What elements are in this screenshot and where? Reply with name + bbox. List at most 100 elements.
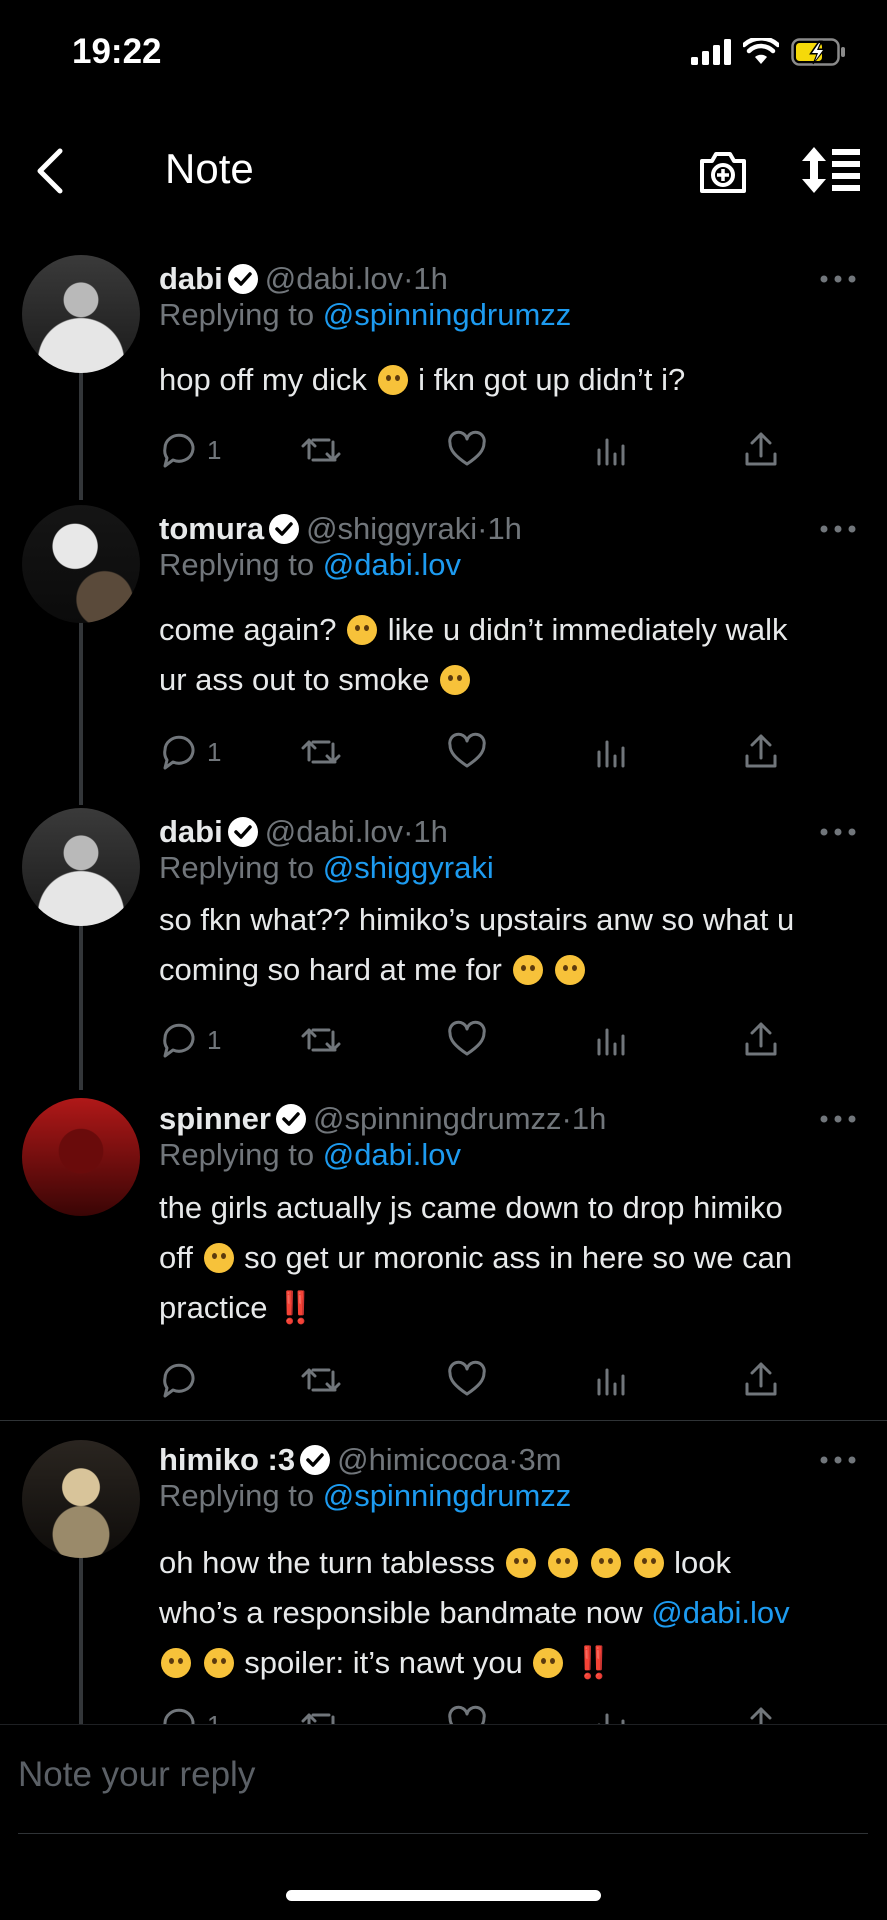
author-handle[interactable]: @dabi.lov xyxy=(265,261,403,297)
avatar[interactable] xyxy=(22,1440,140,1558)
home-indicator[interactable] xyxy=(286,1890,601,1901)
timestamp: 1h xyxy=(413,814,448,849)
share-icon[interactable] xyxy=(741,732,781,772)
like-icon[interactable] xyxy=(447,732,487,772)
share-icon[interactable] xyxy=(741,1360,781,1400)
status-icons xyxy=(691,38,847,66)
share-button[interactable] xyxy=(741,430,781,470)
replying-to-link[interactable]: @spinningdrumzz xyxy=(323,297,572,332)
blush-emoji xyxy=(633,1548,664,1578)
views-button[interactable] xyxy=(593,1020,633,1060)
author-name[interactable]: himiko :3 xyxy=(159,1442,295,1478)
reply-icon[interactable] xyxy=(159,430,199,470)
replying-label: Replying to xyxy=(159,547,323,582)
retweet-button[interactable] xyxy=(301,1020,341,1060)
replying-to-link[interactable]: @dabi.lov xyxy=(323,547,461,582)
composer-divider xyxy=(18,1833,868,1834)
camera-plus-icon[interactable] xyxy=(696,145,750,199)
author-handle[interactable]: @himicocoa xyxy=(337,1442,508,1478)
tweet-text-line: spoiler: it’s nawt you ‼️ xyxy=(159,1638,869,1688)
meta-separator: · xyxy=(561,1101,572,1136)
meta-separator: · xyxy=(508,1442,519,1477)
hand-over-mouth-emoji xyxy=(505,1548,536,1578)
share-button[interactable] xyxy=(741,1360,781,1400)
tweet-divider xyxy=(0,1420,887,1421)
sort-icon[interactable] xyxy=(800,145,862,195)
verified-icon xyxy=(227,264,258,294)
author-handle[interactable]: @dabi.lov xyxy=(265,814,403,850)
replying-to: Replying to @spinningdrumzz xyxy=(159,297,571,333)
views-icon[interactable] xyxy=(593,1020,633,1060)
like-button[interactable] xyxy=(447,430,487,470)
author-name[interactable]: spinner xyxy=(159,1101,271,1137)
avatar[interactable] xyxy=(22,255,140,373)
more-icon[interactable] xyxy=(818,271,858,287)
replying-to-link[interactable]: @shiggyraki xyxy=(323,850,494,885)
replying-to-link[interactable]: @spinningdrumzz xyxy=(323,1478,572,1513)
mention-link[interactable]: @dabi.lov xyxy=(651,1595,789,1630)
replying-label: Replying to xyxy=(159,1137,323,1172)
timestamp: 1h xyxy=(487,511,522,546)
reply-icon[interactable] xyxy=(159,1020,199,1060)
views-icon[interactable] xyxy=(593,1360,633,1400)
yawning-emoji xyxy=(555,955,586,985)
like-icon[interactable] xyxy=(447,1360,487,1400)
author-handle[interactable]: @shiggyraki xyxy=(306,511,477,547)
signal-icon xyxy=(691,39,731,65)
share-button[interactable] xyxy=(741,1020,781,1060)
like-button[interactable] xyxy=(447,1360,487,1400)
reply-count: 1 xyxy=(207,1024,222,1055)
reply-button[interactable]: 1 xyxy=(159,1020,221,1060)
grinning-emoji xyxy=(203,1243,234,1273)
views-icon[interactable] xyxy=(593,732,633,772)
avatar[interactable] xyxy=(22,505,140,623)
thread-line xyxy=(79,622,83,805)
like-icon[interactable] xyxy=(447,430,487,470)
views-icon[interactable] xyxy=(593,430,633,470)
yawning-emoji xyxy=(512,955,543,985)
author-handle[interactable]: @spinningdrumzz xyxy=(313,1101,562,1137)
verified-icon xyxy=(269,514,300,544)
more-icon[interactable] xyxy=(818,824,858,840)
reply-icon[interactable] xyxy=(159,1360,199,1400)
author-name[interactable]: tomura xyxy=(159,511,264,547)
reply-input[interactable]: Note your reply xyxy=(18,1755,255,1795)
meta-separator: · xyxy=(403,814,414,849)
reply-button[interactable] xyxy=(159,1360,199,1400)
tweet-header: spinner @spinningdrumzz · 1h xyxy=(159,1101,606,1137)
retweet-icon[interactable] xyxy=(301,430,341,470)
tweet-text-line: hop off my dick i fkn got up didn’t i? xyxy=(159,362,686,397)
avatar[interactable] xyxy=(22,808,140,926)
author-name[interactable]: dabi xyxy=(159,261,223,297)
timestamp: 3m xyxy=(518,1442,562,1477)
avatar[interactable] xyxy=(22,1098,140,1216)
retweet-button[interactable] xyxy=(301,732,341,772)
like-icon[interactable] xyxy=(447,1020,487,1060)
like-button[interactable] xyxy=(447,1020,487,1060)
more-icon[interactable] xyxy=(818,1111,858,1127)
views-button[interactable] xyxy=(593,732,633,772)
like-button[interactable] xyxy=(447,732,487,772)
retweet-button[interactable] xyxy=(301,1360,341,1400)
yawning-emoji xyxy=(203,1648,234,1678)
replying-to-link[interactable]: @dabi.lov xyxy=(323,1137,461,1172)
share-icon[interactable] xyxy=(741,430,781,470)
reply-icon[interactable] xyxy=(159,732,199,772)
reply-button[interactable]: 1 xyxy=(159,430,221,470)
retweet-icon[interactable] xyxy=(301,732,341,772)
share-icon[interactable] xyxy=(741,1020,781,1060)
tweet-text-line: coming so hard at me for xyxy=(159,945,869,995)
retweet-button[interactable] xyxy=(301,430,341,470)
tweet-header: himiko :3 @himicocoa · 3m xyxy=(159,1442,562,1478)
author-name[interactable]: dabi xyxy=(159,814,223,850)
views-button[interactable] xyxy=(593,1360,633,1400)
views-button[interactable] xyxy=(593,430,633,470)
thread-line xyxy=(79,370,83,500)
retweet-icon[interactable] xyxy=(301,1020,341,1060)
share-button[interactable] xyxy=(741,732,781,772)
retweet-icon[interactable] xyxy=(301,1360,341,1400)
back-chevron-icon[interactable] xyxy=(30,145,70,197)
more-icon[interactable] xyxy=(818,1452,858,1468)
more-icon[interactable] xyxy=(818,521,858,537)
reply-button[interactable]: 1 xyxy=(159,732,221,772)
